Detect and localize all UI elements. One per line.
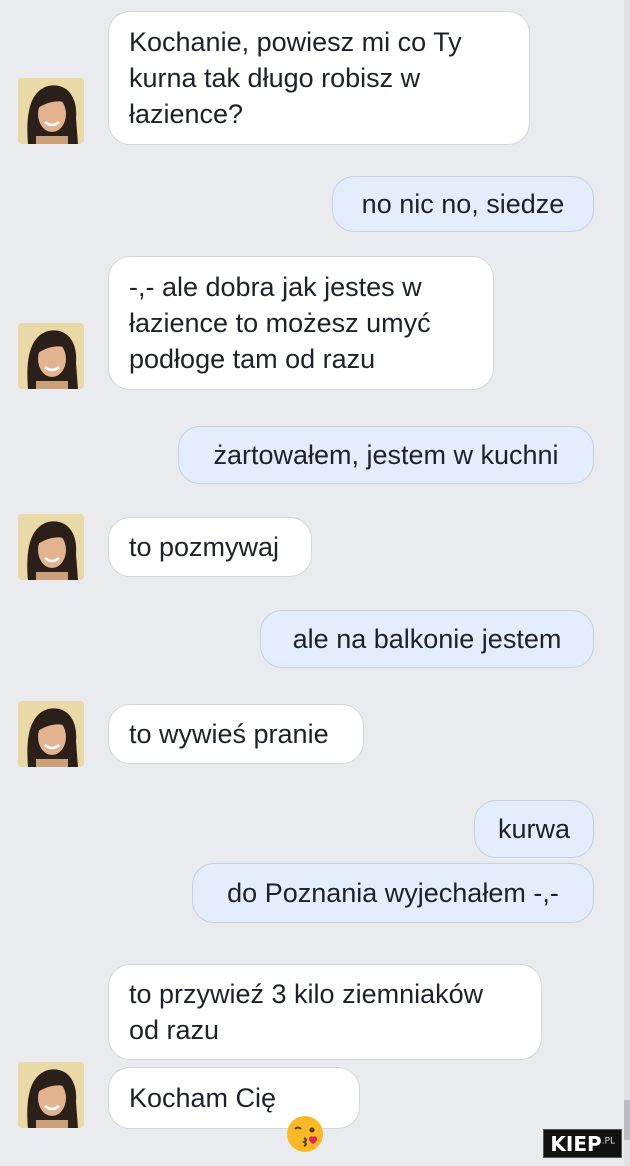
message-bubble-outgoing: żartowałem, jestem w kuchni [178, 426, 594, 484]
message-text: to przywieź 3 kilo ziemniaków od razu [129, 979, 484, 1045]
avatar[interactable] [18, 78, 84, 144]
kissing-face-emoji-icon [286, 1079, 324, 1152]
message-bubble-incoming: to pozmywaj [108, 517, 312, 577]
message-bubble-incoming: Kochanie, powiesz mi co Ty kurna tak dłu… [108, 11, 530, 145]
avatar-photo [18, 514, 84, 580]
scrollbar-thumb[interactable] [624, 1100, 630, 1140]
message-text: Kochanie, powiesz mi co Ty kurna tak dłu… [129, 27, 462, 129]
message-text: to wywieś pranie [129, 719, 329, 749]
watermark-logo: KIEP.PL [543, 1129, 622, 1158]
message-text: no nic no, siedze [361, 189, 565, 219]
watermark-suffix: .PL [601, 1136, 615, 1147]
message-bubble-incoming: Kocham Cię [108, 1067, 360, 1152]
watermark-main: KIEP [550, 1132, 602, 1156]
message-text: Kocham Cię [129, 1083, 277, 1113]
avatar[interactable] [18, 1062, 84, 1128]
avatar-photo [18, 1062, 84, 1128]
message-bubble-incoming: to przywieź 3 kilo ziemniaków od razu [108, 964, 542, 1060]
avatar[interactable] [18, 514, 84, 580]
avatar[interactable] [18, 323, 84, 389]
avatar[interactable] [18, 701, 84, 767]
avatar-photo [18, 323, 84, 389]
message-text: kurwa [497, 814, 571, 844]
message-text: to pozmywaj [129, 532, 280, 562]
scrollbar[interactable] [624, 0, 630, 1166]
message-text: -,- ale dobra jak jestes w łazience to m… [129, 272, 431, 374]
message-text: do Poznania wyjechałem -,- [227, 878, 559, 908]
message-bubble-outgoing: ale na balkonie jestem [260, 610, 594, 668]
message-text: ale na balkonie jestem [292, 624, 562, 654]
message-bubble-incoming: to wywieś pranie [108, 704, 364, 764]
message-text: żartowałem, jestem w kuchni [213, 440, 559, 470]
avatar-photo [18, 701, 84, 767]
message-bubble-incoming: -,- ale dobra jak jestes w łazience to m… [108, 256, 494, 390]
avatar-photo [18, 78, 84, 144]
message-bubble-outgoing: do Poznania wyjechałem -,- [192, 863, 594, 923]
message-bubble-outgoing: kurwa [474, 800, 594, 858]
message-bubble-outgoing: no nic no, siedze [332, 176, 594, 232]
